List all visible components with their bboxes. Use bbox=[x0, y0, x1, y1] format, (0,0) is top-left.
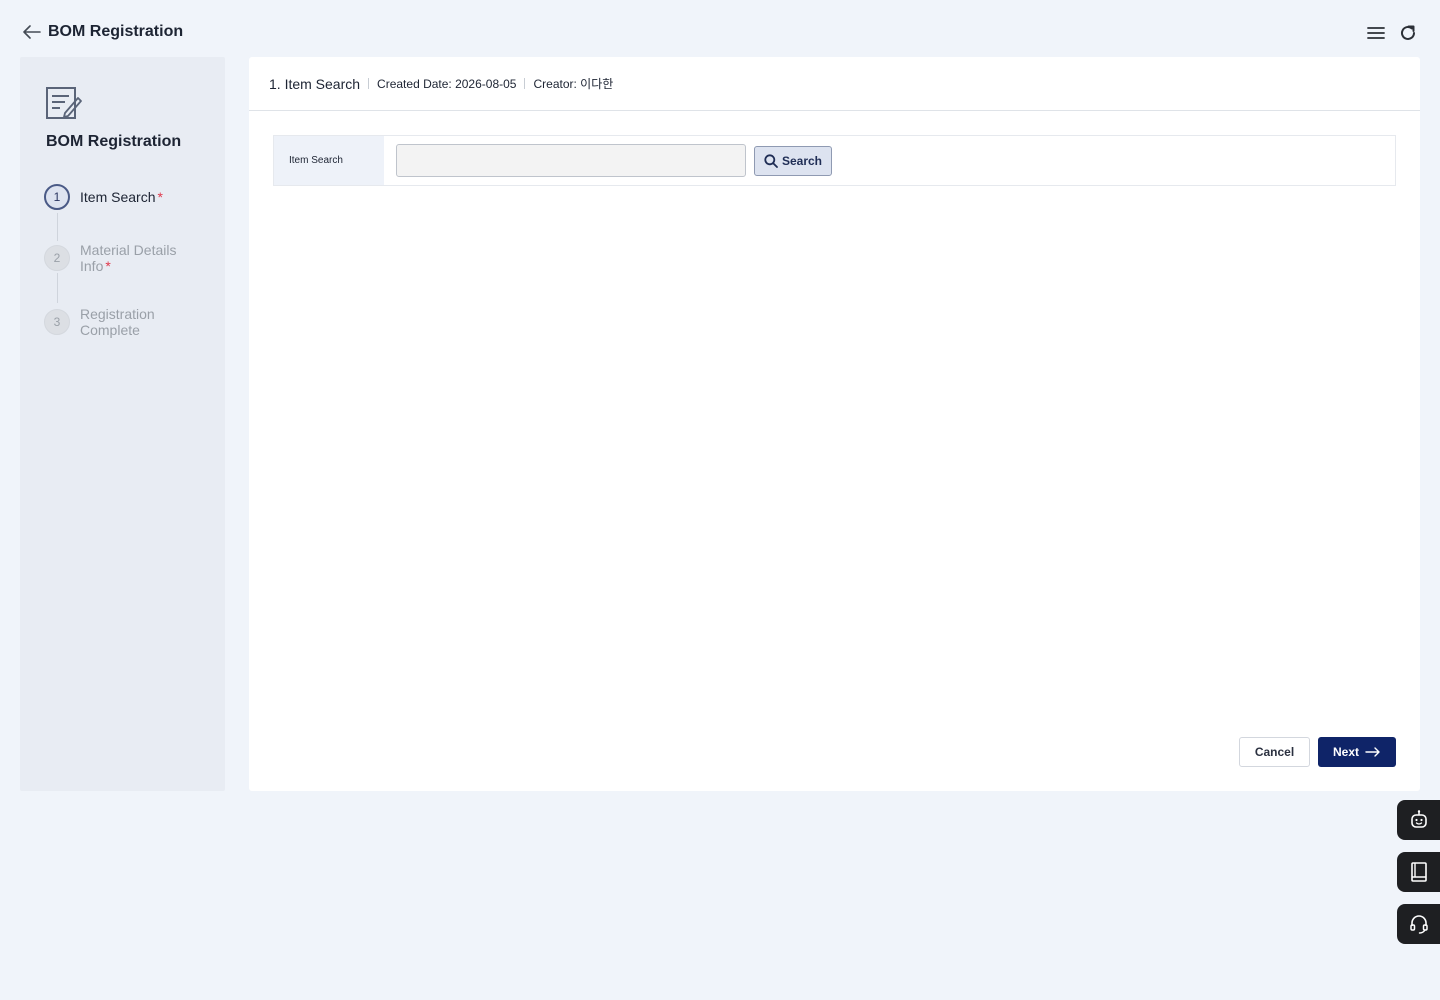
step-label-text: Registration Complete bbox=[80, 306, 155, 338]
refresh-icon[interactable] bbox=[1397, 22, 1419, 44]
cancel-button[interactable]: Cancel bbox=[1239, 737, 1310, 767]
required-mark: * bbox=[157, 189, 163, 205]
step-registration-complete[interactable]: 3 Registration Complete bbox=[44, 306, 180, 338]
headset-icon bbox=[1409, 915, 1428, 934]
next-button[interactable]: Next bbox=[1318, 737, 1396, 767]
magnifier-icon bbox=[764, 153, 778, 168]
search-button[interactable]: Search bbox=[754, 145, 832, 176]
next-button-label: Next bbox=[1332, 745, 1359, 759]
step-connector bbox=[57, 213, 58, 241]
page-title: BOM Registration bbox=[48, 23, 184, 40]
book-icon bbox=[1410, 862, 1427, 882]
header-divider bbox=[524, 78, 526, 89]
creator: Creator: 이다한 bbox=[533, 77, 614, 91]
step-label: Item Search * bbox=[80, 189, 200, 205]
document-edit-icon bbox=[45, 85, 83, 121]
chatbot-button[interactable] bbox=[1397, 800, 1440, 840]
steps-panel: BOM Registration 1 Item Search * 2 Materi… bbox=[20, 57, 225, 791]
card-header: 1. Item Search Created Date: 2026-08-05 … bbox=[249, 57, 1420, 111]
back-arrow-icon[interactable] bbox=[22, 22, 42, 42]
step-number: 2 bbox=[44, 245, 70, 271]
panel-title: BOM Registration bbox=[46, 133, 182, 150]
hamburger-menu-icon[interactable] bbox=[1365, 22, 1387, 44]
item-search-input[interactable] bbox=[396, 144, 746, 177]
step-label: Registration Complete bbox=[80, 306, 180, 338]
support-button[interactable] bbox=[1397, 904, 1440, 944]
step-number: 3 bbox=[44, 309, 70, 335]
item-search-label: Item Search bbox=[274, 136, 384, 185]
search-button-label: Search bbox=[781, 153, 823, 168]
top-bar: BOM Registration bbox=[0, 0, 1440, 64]
step-number: 1 bbox=[44, 184, 70, 210]
step-heading: 1. Item Search bbox=[269, 75, 361, 92]
step-item-search[interactable]: 1 Item Search * bbox=[44, 184, 200, 210]
step-label-text: Item Search bbox=[80, 189, 156, 205]
step-connector bbox=[57, 273, 58, 303]
header-divider bbox=[368, 78, 370, 89]
manual-button[interactable] bbox=[1397, 852, 1440, 892]
step-material-details[interactable]: 2 Material Details Info * bbox=[44, 242, 190, 274]
step-label: Material Details Info * bbox=[80, 242, 190, 274]
main-card: 1. Item Search Created Date: 2026-08-05 … bbox=[249, 57, 1420, 791]
item-search-row: Item Search Search bbox=[273, 135, 1396, 186]
arrow-right-icon bbox=[1365, 747, 1380, 757]
created-date: Created Date: 2026-08-05 bbox=[377, 76, 517, 91]
step-label-text: Material Details Info bbox=[80, 242, 177, 274]
robot-icon bbox=[1410, 810, 1427, 828]
required-mark: * bbox=[105, 258, 111, 274]
